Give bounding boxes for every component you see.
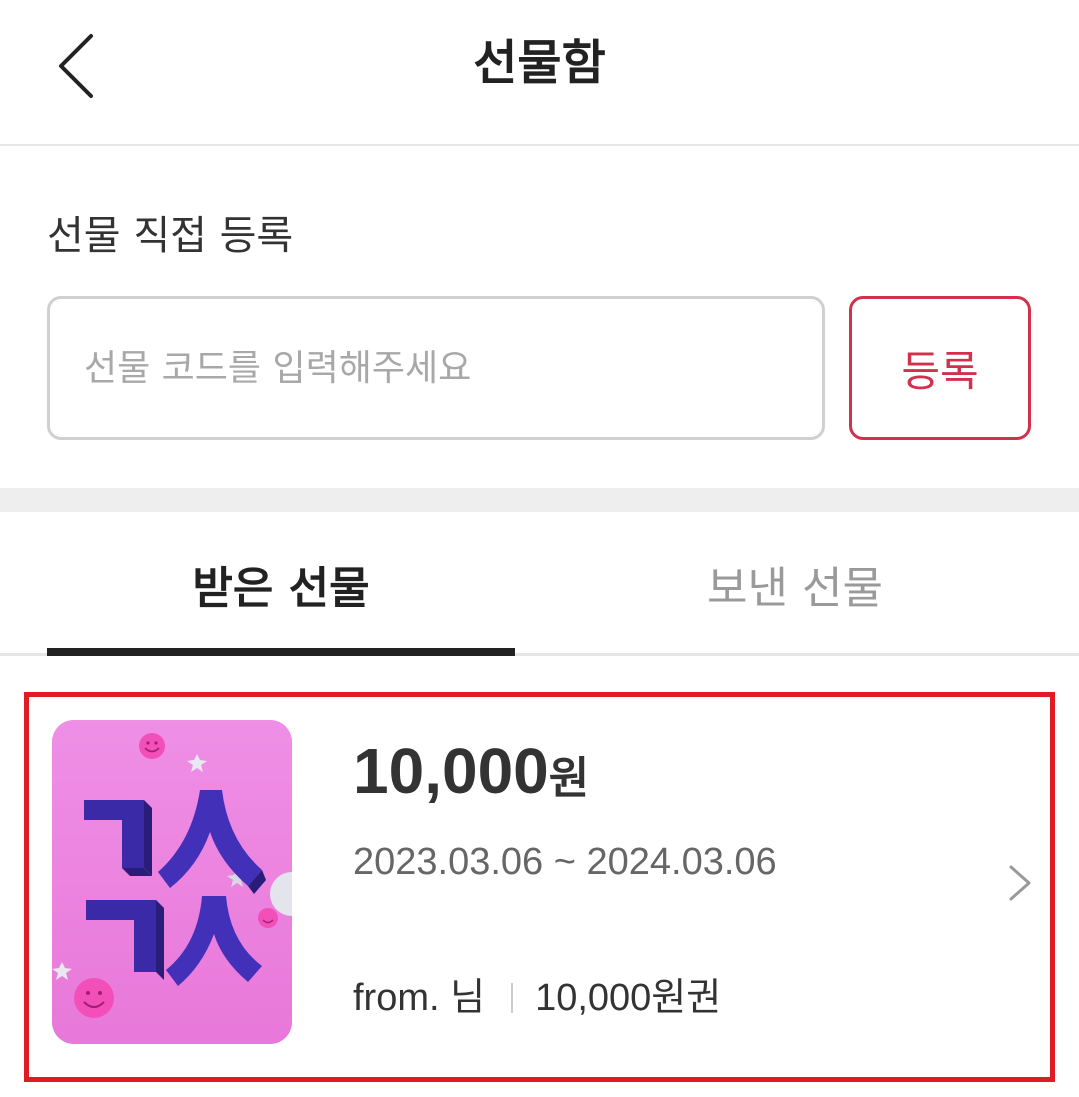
meta-divider <box>511 983 514 1013</box>
tab-sent-gifts[interactable]: 보낸 선물 <box>561 512 1029 656</box>
register-section-title: 선물 직접 등록 <box>47 213 294 259</box>
section-divider <box>0 488 1079 512</box>
gift-amount-unit: 원 <box>548 754 590 803</box>
chevron-right-icon <box>1009 865 1031 901</box>
gift-code-input[interactable] <box>47 296 825 440</box>
gift-card-artwork <box>52 720 292 1044</box>
gift-list-item[interactable]: 10,000원 2023.03.06 ~ 2024.03.06 from. 님 … <box>24 692 1055 1082</box>
smiley-icon <box>74 978 114 1018</box>
gift-voucher-type: 10,000원권 <box>535 977 722 1019</box>
gift-meta: from. 님 10,000원권 <box>353 973 721 1023</box>
tab-received-gifts[interactable]: 받은 선물 <box>47 512 515 656</box>
active-tab-indicator <box>47 648 515 656</box>
smiley-icon <box>258 908 278 928</box>
gift-thumbnail <box>52 720 292 1044</box>
gift-sender: from. 님 <box>353 977 486 1019</box>
page-title: 선물함 <box>473 35 606 91</box>
gift-amount: 10,000원 <box>353 729 589 821</box>
register-button[interactable]: 등록 <box>849 296 1031 440</box>
top-app-bar: 선물함 <box>0 0 1079 146</box>
gift-tabs: 받은 선물 보낸 선물 <box>0 512 1079 656</box>
gift-validity-period: 2023.03.06 ~ 2024.03.06 <box>353 841 777 883</box>
gift-amount-value: 10,000 <box>353 735 549 807</box>
smiley-icon <box>139 733 165 759</box>
